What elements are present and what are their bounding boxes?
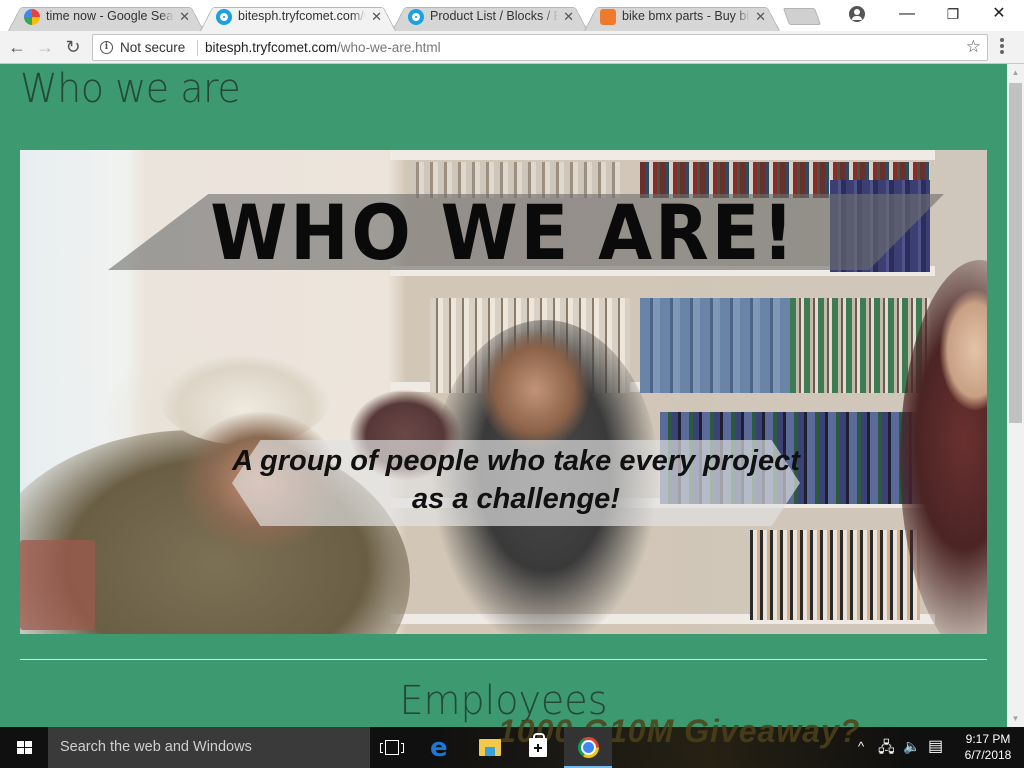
scroll-thumb[interactable] xyxy=(1009,83,1022,423)
folder-icon xyxy=(479,739,501,756)
close-tab-icon[interactable]: ✕ xyxy=(563,9,574,25)
forward-button[interactable]: → xyxy=(34,36,56,58)
page-viewport: Who we are WHO WE ARE! A group of people… xyxy=(0,64,1007,727)
scroll-down-arrow-icon[interactable]: ▼ xyxy=(1007,710,1024,727)
info-icon[interactable]: i xyxy=(100,41,113,54)
tab-who-we-are[interactable]: bitesph.tryfcomet.com/who-we-are.html ✕ xyxy=(200,3,396,32)
url-path: /who-we-are.html xyxy=(337,40,441,55)
tab-title: Product List / Blocks / Elements xyxy=(430,9,558,23)
tab-google-search[interactable]: time now - Google Search ✕ xyxy=(8,3,204,32)
close-tab-icon[interactable]: ✕ xyxy=(371,9,382,25)
aliexpress-icon xyxy=(600,9,616,25)
reload-button[interactable]: ↻ xyxy=(62,36,84,58)
banner-tagline: A group of people who take every project… xyxy=(232,445,800,515)
section-divider xyxy=(20,659,987,660)
volume-icon[interactable]: 🔈 xyxy=(903,738,920,755)
notifications-icon[interactable]: ▤ xyxy=(928,736,943,756)
chrome-button[interactable] xyxy=(564,727,612,768)
red-chair xyxy=(20,540,95,630)
start-button[interactable] xyxy=(0,727,48,768)
browser-menu-icon[interactable] xyxy=(1000,38,1004,56)
task-view-button[interactable] xyxy=(368,727,416,768)
comet-icon xyxy=(408,9,424,25)
profile-icon[interactable] xyxy=(849,6,865,22)
tray-chevron-icon[interactable]: ^ xyxy=(858,739,864,754)
edge-icon: e xyxy=(430,733,448,763)
restore-button[interactable]: ❐ xyxy=(930,0,976,28)
browser-toolbar: ← → ↻ i Not secure bitesph.tryfcomet.com… xyxy=(0,31,1024,64)
tab-title: bitesph.tryfcomet.com/who-we-are.html xyxy=(238,9,366,23)
address-bar[interactable]: i Not secure bitesph.tryfcomet.com/who-w… xyxy=(92,34,988,61)
google-g-icon xyxy=(24,9,40,25)
tab-strip: time now - Google Search ✕ bitesph.tryfc… xyxy=(0,0,1024,32)
tab-title: bike bmx parts - Buy bike bmx parts xyxy=(622,9,750,23)
url-text[interactable]: bitesph.tryfcomet.com/who-we-are.html xyxy=(205,40,441,55)
tab-product-list[interactable]: Product List / Blocks / Elements ✕ xyxy=(392,3,588,32)
store-bag-icon xyxy=(529,733,547,757)
who-we-are-banner-image: WHO WE ARE! A group of people who take e… xyxy=(20,150,987,634)
security-label[interactable]: Not secure xyxy=(120,40,185,55)
windows-taskbar: 1000 G10M Giveaway? Search the web and W… xyxy=(0,713,1024,768)
network-icon[interactable]: 🖧 xyxy=(878,737,895,762)
edge-button[interactable]: e xyxy=(418,727,466,768)
clock-time: 9:17 PM xyxy=(965,732,1011,746)
taskbar-search-box[interactable]: Search the web and Windows xyxy=(48,727,370,768)
tab-title: time now - Google Search xyxy=(46,9,174,23)
face-center xyxy=(480,330,590,450)
windows-logo-icon xyxy=(17,741,32,755)
page-title: Who we are xyxy=(20,66,241,112)
close-tab-icon[interactable]: ✕ xyxy=(755,9,766,25)
url-host: bitesph.tryfcomet.com xyxy=(205,40,338,55)
window-close-button[interactable]: ✕ xyxy=(976,0,1022,28)
system-clock[interactable]: 9:17 PM 6/7/2018 xyxy=(958,731,1018,763)
tab-bike-bmx-parts[interactable]: bike bmx parts - Buy bike bmx parts ✕ xyxy=(584,3,780,32)
chrome-icon xyxy=(578,737,599,758)
minimize-button[interactable]: — xyxy=(884,0,930,28)
close-tab-icon[interactable]: ✕ xyxy=(179,9,190,25)
back-button[interactable]: ← xyxy=(6,36,28,58)
store-button[interactable] xyxy=(514,727,562,768)
new-tab-button[interactable] xyxy=(782,8,822,25)
scroll-up-arrow-icon[interactable]: ▲ xyxy=(1007,64,1024,81)
banner-headline: WHO WE ARE! xyxy=(210,188,797,277)
address-separator xyxy=(197,40,198,56)
bookmark-star-icon[interactable]: ☆ xyxy=(966,37,981,57)
clock-date: 6/7/2018 xyxy=(964,748,1012,762)
page-scrollbar[interactable]: ▲ ▼ xyxy=(1007,64,1024,727)
comet-icon xyxy=(216,9,232,25)
task-view-icon xyxy=(380,740,404,755)
file-explorer-button[interactable] xyxy=(466,727,514,768)
search-placeholder: Search the web and Windows xyxy=(60,739,252,755)
